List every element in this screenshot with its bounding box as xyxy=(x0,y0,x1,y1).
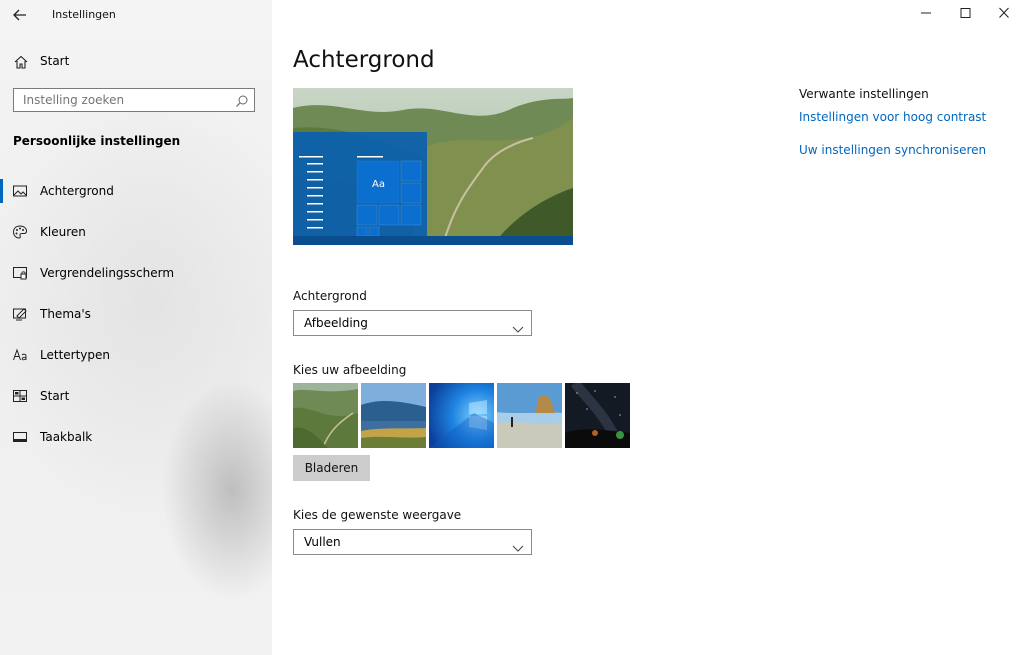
search-icon[interactable] xyxy=(235,93,249,107)
background-dropdown-value: Afbeelding xyxy=(304,316,368,330)
sidebar-item-themas[interactable]: Thema's xyxy=(0,299,272,340)
start-icon xyxy=(12,388,28,404)
choose-image-label: Kies uw afbeelding xyxy=(293,363,407,377)
font-icon xyxy=(12,347,28,363)
section-title: Persoonlijke instellingen xyxy=(13,134,181,148)
sidebar-home-label: Start xyxy=(40,54,70,68)
fit-label: Kies de gewenste weergave xyxy=(293,508,462,522)
chevron-down-icon xyxy=(512,319,524,333)
search-box[interactable] xyxy=(13,88,255,112)
sidebar-item-label: Kleuren xyxy=(40,225,86,239)
maximize-icon[interactable] xyxy=(955,5,975,21)
thumbnail-beach[interactable] xyxy=(497,383,562,448)
lock-screen-icon xyxy=(12,265,28,281)
search-input[interactable] xyxy=(14,89,224,111)
page-title: Achtergrond xyxy=(293,47,435,73)
background-label: Achtergrond xyxy=(293,289,367,303)
taskbar-icon xyxy=(12,429,28,445)
sync-settings-link[interactable]: Uw instellingen synchroniseren xyxy=(799,143,986,157)
minimize-icon[interactable] xyxy=(916,5,936,21)
preview-tile-label: Aa xyxy=(372,179,385,190)
sidebar-item-start[interactable]: Start xyxy=(0,381,272,422)
sidebar-item-kleuren[interactable]: Kleuren xyxy=(0,217,272,258)
home-icon xyxy=(13,54,29,70)
sidebar: Instellingen Start Persoonlijke instelli… xyxy=(0,0,272,655)
sidebar-item-label: Taakbalk xyxy=(40,430,93,444)
high-contrast-link[interactable]: Instellingen voor hoog contrast xyxy=(799,110,986,124)
sidebar-item-label: Start xyxy=(40,389,70,403)
sidebar-nav: Achtergrond Kleuren Vergrendelingsscherm… xyxy=(0,176,272,463)
thumbnail-valley[interactable] xyxy=(293,383,358,448)
chevron-down-icon xyxy=(512,538,524,552)
sidebar-item-taakbalk[interactable]: Taakbalk xyxy=(0,422,272,463)
sidebar-home[interactable]: Start xyxy=(0,48,272,76)
thumbnail-lake[interactable] xyxy=(361,383,426,448)
sidebar-item-label: Thema's xyxy=(40,307,91,321)
thumbnail-windows[interactable] xyxy=(429,383,494,448)
title-bar: Instellingen xyxy=(0,0,272,30)
preview-wallpaper: Aa xyxy=(293,88,573,245)
app-title: Instellingen xyxy=(52,8,116,21)
thumbnail-night-sky[interactable] xyxy=(565,383,630,448)
desktop-preview: Aa xyxy=(293,88,573,245)
fit-dropdown-value: Vullen xyxy=(304,535,341,549)
back-icon[interactable] xyxy=(10,5,30,25)
browse-button[interactable]: Bladeren xyxy=(293,455,370,481)
sidebar-item-label: Achtergrond xyxy=(40,184,114,198)
sidebar-item-label: Vergrendelingsscherm xyxy=(40,266,175,280)
sidebar-item-vergrendelingsscherm[interactable]: Vergrendelingsscherm xyxy=(0,258,272,299)
sidebar-item-label: Lettertypen xyxy=(40,348,110,362)
sidebar-item-lettertypen[interactable]: Lettertypen xyxy=(0,340,272,381)
image-icon xyxy=(12,183,28,199)
fit-dropdown[interactable]: Vullen xyxy=(293,529,532,555)
themes-icon xyxy=(12,306,28,322)
background-dropdown[interactable]: Afbeelding xyxy=(293,310,532,336)
related-settings-title: Verwante instellingen xyxy=(799,87,929,101)
sidebar-item-achtergrond[interactable]: Achtergrond xyxy=(0,176,272,217)
close-icon[interactable] xyxy=(994,5,1014,21)
palette-icon xyxy=(12,224,28,240)
